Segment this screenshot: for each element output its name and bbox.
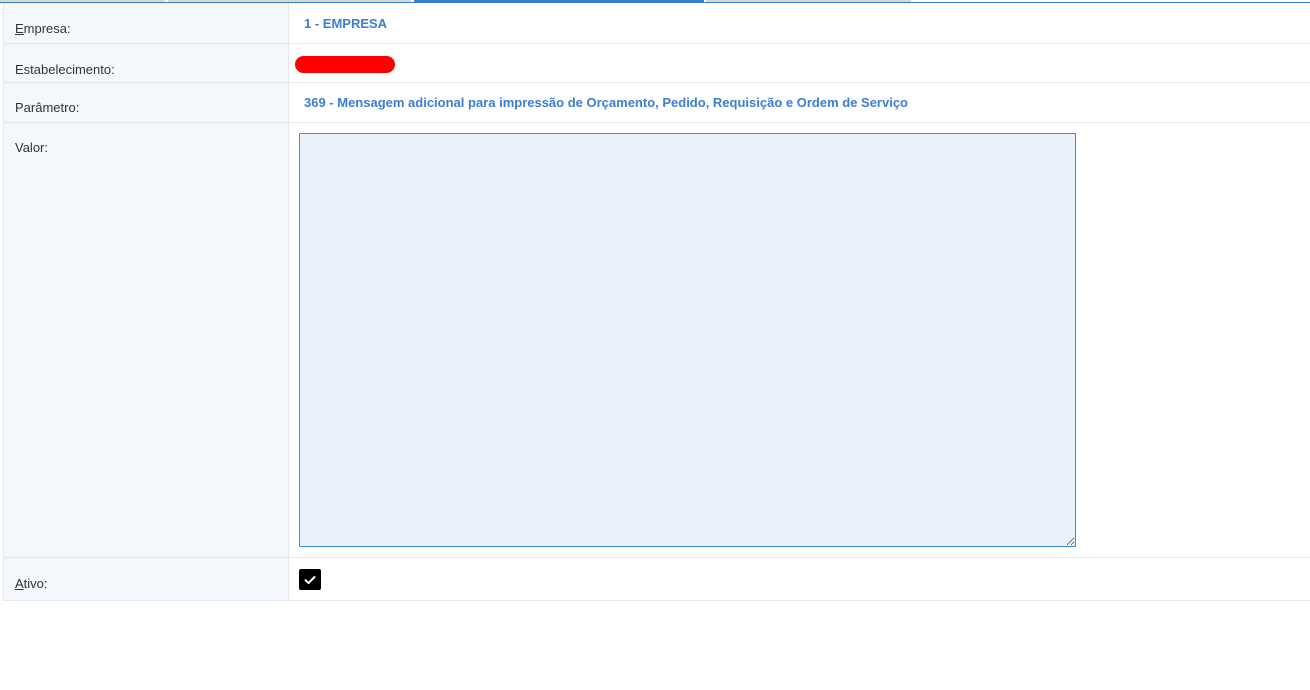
row-parametro: Parâmetro: 369 - Mensagem adicional para… <box>3 83 1310 123</box>
label-cell-empresa: Empresa: <box>3 3 289 43</box>
empresa-label-rest: mpresa: <box>23 21 71 36</box>
checkmark-icon <box>304 575 316 584</box>
ativo-label-accesskey: A <box>15 576 24 591</box>
row-estabelecimento: Estabelecimento: <box>3 44 1310 83</box>
parameter-form: Empresa: 1 - EMPRESA Estabelecimento: Pa… <box>3 3 1310 601</box>
valor-textarea[interactable] <box>299 133 1076 547</box>
label-cell-estabelecimento: Estabelecimento: <box>3 44 289 82</box>
value-cell-parametro: 369 - Mensagem adicional para impressão … <box>289 83 1310 122</box>
estabelecimento-label: Estabelecimento: <box>15 62 115 77</box>
empresa-label-accesskey: E <box>15 21 24 36</box>
value-cell-ativo <box>289 558 1310 600</box>
value-cell-valor <box>289 123 1310 557</box>
label-cell-ativo: Ativo: <box>3 558 289 600</box>
empresa-label: Empresa: <box>15 21 71 36</box>
row-ativo: Ativo: <box>3 558 1310 601</box>
label-cell-parametro: Parâmetro: <box>3 83 289 122</box>
row-valor: Valor: <box>3 123 1310 558</box>
valor-label: Valor: <box>15 140 48 155</box>
value-cell-empresa: 1 - EMPRESA <box>289 3 1310 43</box>
parametro-value: 369 - Mensagem adicional para impressão … <box>304 95 908 110</box>
ativo-checkbox[interactable] <box>299 569 321 590</box>
row-empresa: Empresa: 1 - EMPRESA <box>3 3 1310 44</box>
ativo-label: Ativo: <box>15 576 48 591</box>
label-cell-valor: Valor: <box>3 123 289 557</box>
value-cell-estabelecimento <box>289 44 1310 82</box>
ativo-label-rest: tivo: <box>23 576 48 591</box>
empresa-value: 1 - EMPRESA <box>304 16 388 31</box>
redacted-value <box>295 56 395 73</box>
parametro-label: Parâmetro: <box>15 100 80 115</box>
